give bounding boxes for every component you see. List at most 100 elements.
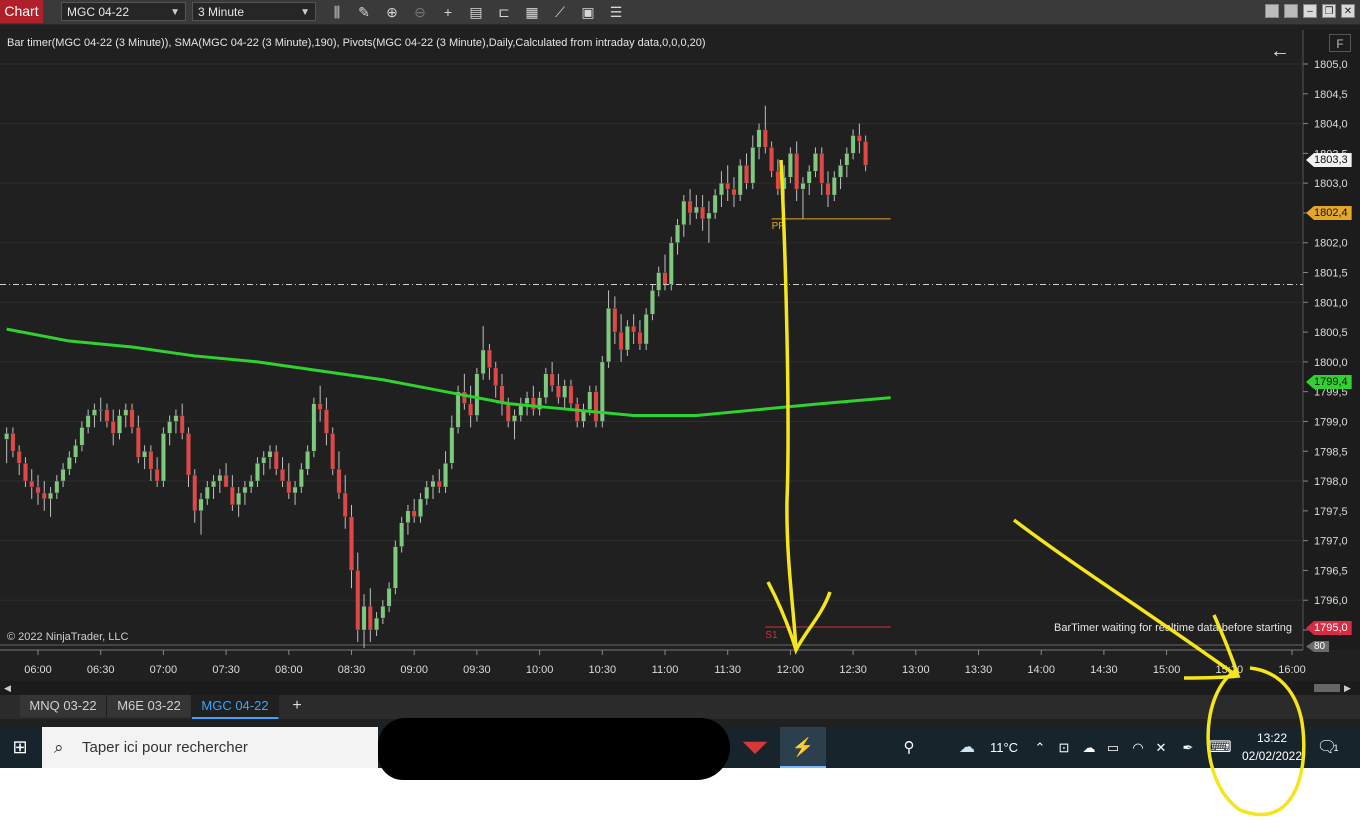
speaker-muted-icon[interactable]: ✕ <box>1151 727 1171 768</box>
tab-mgc[interactable]: MGC 04-22 <box>192 695 279 719</box>
candlestick <box>342 475 348 529</box>
temperature[interactable]: 11°C <box>986 727 1022 768</box>
candle-body <box>725 182 731 190</box>
time-tick-label: 13:00 <box>902 664 930 676</box>
candlestick <box>443 451 448 493</box>
interval-selector[interactable]: 3 Minute ▼ <box>192 2 316 21</box>
search-placeholder: Taper ici pour rechercher <box>82 739 248 756</box>
price-tick-label: 1796,5 <box>1314 565 1348 577</box>
strategy-icon[interactable]: ▦ <box>523 3 541 21</box>
candle-body <box>474 373 480 416</box>
candle-body <box>41 492 47 500</box>
bar-type-icon[interactable]: ⫼ <box>328 3 346 21</box>
candle-body <box>104 409 110 422</box>
time-tick-label: 13:30 <box>965 664 993 676</box>
chevron-down-icon: ▼ <box>170 7 180 18</box>
candle-body <box>405 510 411 523</box>
candle-body <box>342 492 348 517</box>
candle-body <box>838 165 843 178</box>
candlestick <box>800 177 806 219</box>
keyboard-icon[interactable]: ⌨ <box>1207 727 1233 768</box>
candlestick <box>110 409 116 446</box>
candle-body <box>98 409 104 411</box>
candlestick <box>179 403 185 440</box>
candlestick <box>788 147 793 184</box>
tab-m6e[interactable]: M6E 03-22 <box>107 695 192 717</box>
chevron-up-icon[interactable]: ⌃ <box>1032 727 1048 768</box>
ninjatrader-app-icon[interactable]: ◥◤ <box>740 727 770 768</box>
scroll-left-icon[interactable]: ◀ <box>4 681 11 695</box>
f-button[interactable]: F <box>1329 34 1351 52</box>
indicator-icon[interactable]: ⟋ <box>551 3 569 21</box>
meet-now-icon[interactable]: ⊡ <box>1055 727 1073 768</box>
chart-app-tab[interactable]: Chart <box>0 0 43 23</box>
search-icon: ⌕ <box>54 738 64 757</box>
candle-body <box>211 480 216 488</box>
properties-icon[interactable]: ⊏ <box>495 3 513 21</box>
pen-icon[interactable]: ✒ <box>1178 727 1198 768</box>
scroll-right-icon[interactable]: ▶ <box>1344 681 1351 695</box>
candlestick <box>556 373 561 404</box>
candlestick <box>305 445 311 476</box>
candlestick <box>719 171 724 207</box>
candle-body <box>700 206 706 220</box>
time-tick-label: 08:00 <box>275 664 303 676</box>
scroll-thumb[interactable] <box>1314 684 1340 692</box>
cloud-icon[interactable]: ☁ <box>954 727 980 768</box>
taskbar-search-box[interactable]: ⌕ Taper ici pour rechercher <box>42 727 378 768</box>
time-tick-label: 07:00 <box>150 664 178 676</box>
restore-icon[interactable] <box>1284 4 1298 18</box>
candle-body <box>618 331 624 351</box>
candle-body <box>311 403 317 452</box>
time-axis: 06:00 06:30 07:00 07:30 08:00 08:30 09:00 09:30… <box>24 650 1306 676</box>
instrument-selector[interactable]: MGC 04-22 ▼ <box>61 2 186 21</box>
add-tab-button[interactable]: + <box>285 695 309 717</box>
candlestick <box>487 344 492 380</box>
candle-body <box>650 290 655 315</box>
candlestick <box>160 427 166 488</box>
taskbar-clock[interactable]: 13:22 02/02/2022 <box>1238 729 1306 765</box>
candle-body <box>154 468 160 482</box>
tab-mnq[interactable]: MNQ 03-22 <box>20 695 107 717</box>
chart-grid <box>0 30 1360 651</box>
windows-start-icon[interactable]: ⊞ <box>0 727 40 768</box>
candle-body <box>480 349 486 375</box>
candlestick <box>361 594 367 648</box>
candlestick <box>831 171 837 202</box>
candle-body <box>455 391 461 428</box>
list-icon[interactable]: ☰ <box>607 3 625 21</box>
candle-body <box>430 480 436 488</box>
price-chart[interactable]: 06:00 06:30 07:00 07:30 08:00 08:30 09:00 09:30… <box>0 25 1360 680</box>
restore-icon[interactable] <box>1265 4 1279 18</box>
battery-icon[interactable]: ▭ <box>1103 727 1123 768</box>
candle-body <box>66 457 72 470</box>
onedrive-icon[interactable]: ☁ <box>1079 727 1099 768</box>
crosshair-icon[interactable]: + <box>439 3 457 21</box>
wifi-icon[interactable]: ◠ <box>1128 727 1148 768</box>
data-box-icon[interactable]: ▤ <box>467 3 485 21</box>
active-app-icon[interactable]: ⚡ <box>780 727 826 768</box>
instrument-value: MGC 04-22 <box>67 5 130 19</box>
pencil-icon[interactable]: ✎ <box>355 3 373 21</box>
candle-body <box>568 385 574 404</box>
back-arrow-icon[interactable]: ← <box>1270 40 1290 63</box>
candle-body <box>593 391 599 422</box>
horizontal-scrollbar[interactable]: ◀ ▶ <box>0 681 1360 695</box>
close-icon[interactable]: ✕ <box>1341 4 1355 18</box>
candle-body <box>806 171 812 184</box>
candlestick <box>493 361 499 398</box>
zoom-out-icon[interactable]: ⊖ <box>411 3 429 21</box>
candle-body <box>54 480 60 494</box>
templates-icon[interactable]: ▣ <box>579 3 597 21</box>
indicator-legend: Bar timer(MGC 04-22 (3 Minute)), SMA(MGC… <box>7 37 706 49</box>
maximize-icon[interactable]: ❐ <box>1322 4 1336 18</box>
candlestick <box>85 409 91 434</box>
candle-body <box>386 588 392 607</box>
candlestick <box>863 135 869 172</box>
minimize-icon[interactable]: – <box>1303 4 1317 18</box>
candlestick <box>392 540 398 595</box>
zoom-in-icon[interactable]: ⊕ <box>383 3 401 21</box>
candlestick <box>367 588 373 642</box>
clock-time: 13:22 <box>1256 731 1288 745</box>
people-icon[interactable]: ⚲ <box>898 727 920 768</box>
